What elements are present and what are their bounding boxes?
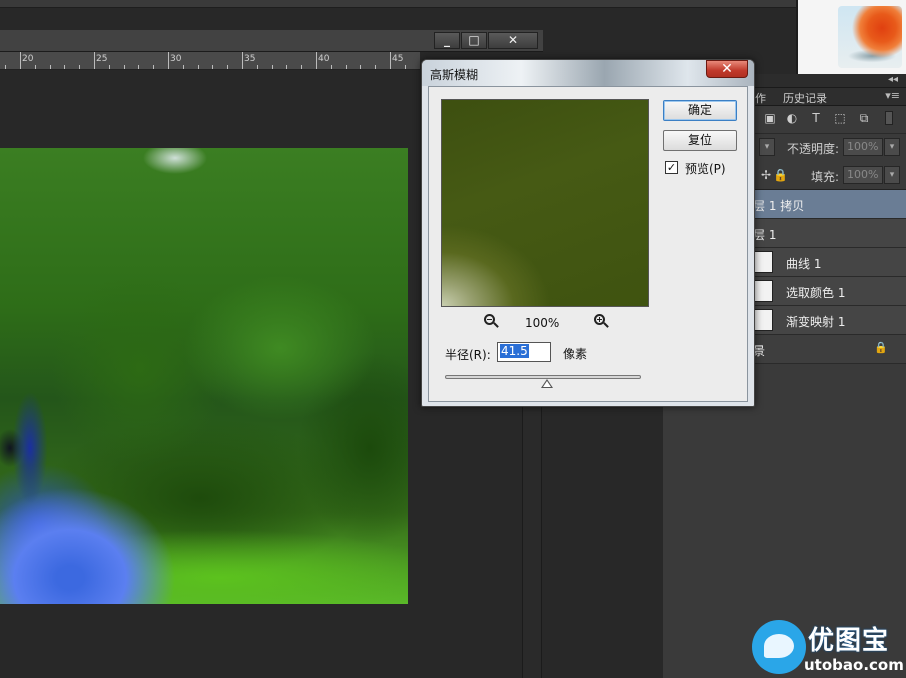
collapse-icon[interactable]: ◂◂ — [888, 74, 898, 85]
radius-label: 半径(R): — [445, 348, 491, 362]
image-filter-icon[interactable]: ▣ — [763, 111, 777, 125]
ruler-tick-label: 35 — [244, 54, 256, 64]
zoom-in-button[interactable] — [591, 314, 607, 330]
fill-dropdown[interactable]: ▾ — [884, 166, 900, 184]
ruler-tick-label: 45 — [392, 54, 404, 64]
watermark: 优图宝 utobao.com — [752, 620, 906, 678]
document-titlebar: _ □ ✕ — [0, 30, 543, 52]
adjustment-filter-icon[interactable]: ◐ — [785, 111, 799, 125]
radius-value: 41.5 — [500, 344, 529, 358]
close-icon: ✕ — [507, 33, 519, 47]
zoom-in-icon — [593, 314, 605, 325]
reset-button[interactable]: 复位 — [663, 130, 737, 151]
radius-unit: 像素 — [563, 347, 588, 361]
gaussian-blur-dialog: 高斯模糊 ✕ 100% 确定 复位 ✓ 预览(P) 半径(R): 41.5 像素 — [421, 59, 755, 407]
ruler-tick-label: 20 — [22, 54, 34, 64]
watermark-url: utobao.com — [804, 656, 904, 674]
panel-menu-icon[interactable]: ▾≡ — [885, 89, 900, 102]
close-button[interactable]: ✕ — [488, 32, 538, 49]
layer-name: 曲线 1 — [786, 257, 822, 271]
dialog-close-button[interactable]: ✕ — [706, 60, 748, 78]
radius-slider-thumb[interactable] — [540, 379, 553, 388]
blur-preview[interactable] — [441, 99, 649, 307]
fill-label: 填充: — [811, 170, 840, 184]
lock-position-icon[interactable]: ✢ — [759, 168, 773, 182]
minimize-icon: _ — [444, 33, 450, 47]
radius-input[interactable]: 41.5 — [497, 342, 551, 362]
lock-icon: 🔒 — [874, 341, 888, 354]
tab-actions[interactable]: 作 — [755, 90, 766, 106]
opacity-field[interactable]: 100% — [843, 138, 883, 156]
layer-name: 层 1 — [753, 228, 777, 242]
watermark-text: 优图宝 — [808, 626, 890, 656]
blend-mode-dropdown[interactable]: ▾ — [759, 138, 775, 156]
opacity-label: 不透明度: — [787, 142, 840, 156]
maximize-button[interactable]: □ — [461, 32, 487, 49]
maximize-icon: □ — [468, 33, 480, 47]
layer-name: 选取颜色 1 — [786, 286, 846, 300]
thumbnail-panel — [796, 0, 906, 74]
type-filter-icon[interactable]: T — [809, 111, 823, 125]
dialog-title: 高斯模糊 — [430, 68, 479, 82]
ok-button[interactable]: 确定 — [663, 100, 737, 121]
dialog-body: 100% 确定 复位 ✓ 预览(P) 半径(R): 41.5 像素 — [428, 86, 748, 402]
layer-name: 层 1 拷贝 — [753, 199, 805, 213]
layer-name: 渐变映射 1 — [786, 315, 846, 329]
ruler-tick-label: 40 — [318, 54, 330, 64]
app-menu-strip — [0, 0, 796, 8]
close-icon: ✕ — [721, 61, 733, 77]
preview-label: 预览(P) — [685, 162, 726, 176]
horizontal-ruler: 20 25 30 35 40 45 — [0, 52, 420, 70]
zoom-out-button[interactable] — [481, 314, 497, 330]
dialog-titlebar[interactable]: 高斯模糊 ✕ — [422, 60, 754, 86]
lock-all-icon[interactable]: 🔒 — [773, 168, 788, 182]
ruler-tick-label: 30 — [170, 54, 182, 64]
bird-logo-icon — [752, 620, 806, 674]
zoom-level: 100% — [525, 316, 560, 330]
filter-toggle-icon[interactable] — [885, 111, 893, 125]
fill-field[interactable]: 100% — [843, 166, 883, 184]
zoom-out-icon — [483, 314, 495, 325]
tree-thumbnail — [838, 6, 902, 68]
opacity-dropdown[interactable]: ▾ — [884, 138, 900, 156]
minimize-button[interactable]: _ — [434, 32, 460, 49]
tab-history[interactable]: 历史记录 — [783, 90, 827, 106]
shape-filter-icon[interactable]: ⬚ — [833, 111, 847, 125]
smart-object-filter-icon[interactable]: ⧉ — [857, 111, 871, 125]
ruler-tick-label: 25 — [96, 54, 108, 64]
canvas-image[interactable] — [0, 148, 408, 604]
preview-checkbox[interactable]: ✓ — [665, 161, 678, 174]
